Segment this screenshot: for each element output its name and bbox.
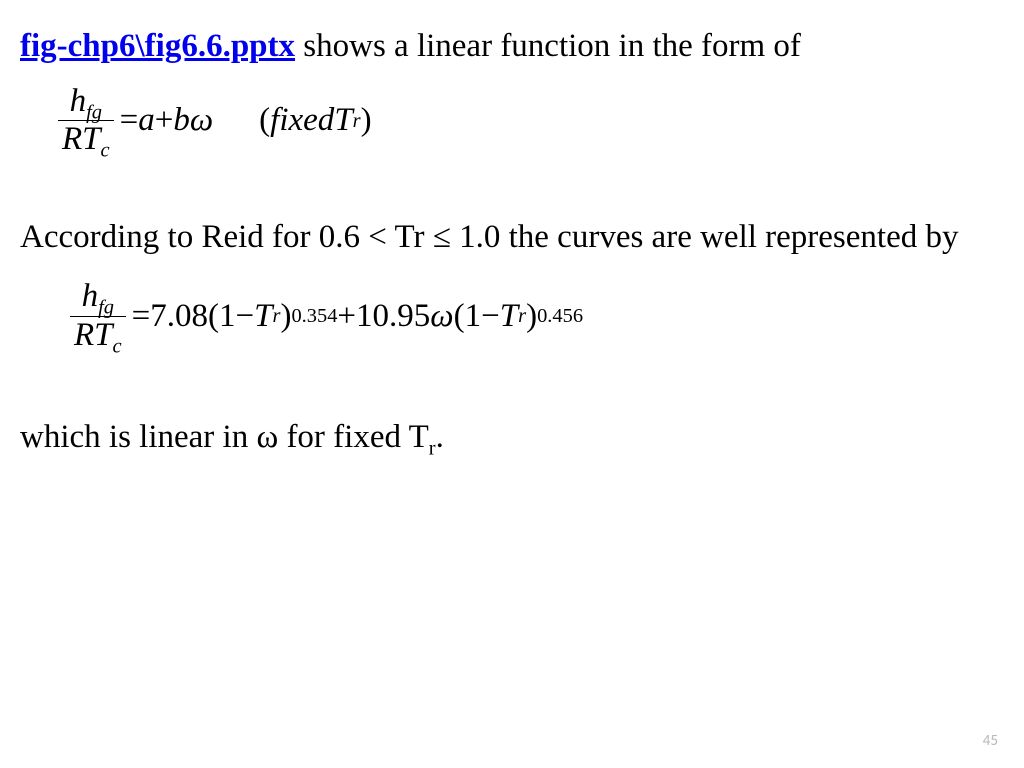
- eq2-Tc: T: [94, 317, 112, 353]
- eq1-Tc-sub: c: [101, 140, 110, 162]
- eq2-open2: (1: [454, 300, 482, 333]
- eq1-paren-open: (: [259, 104, 270, 137]
- concl-sub: r: [429, 437, 436, 459]
- conclusion-paragraph: which is linear in ω for fixed Tr.: [20, 415, 1004, 460]
- eq1-Tc: T: [82, 121, 100, 157]
- equation-1: hfg RTc = a + b ω ( fixed Tr ): [20, 83, 1004, 160]
- eq2-Tc-sub: c: [113, 336, 122, 358]
- equation-2: hfg RTc = 7.08(1 − Tr )0.354 + 10.95 ω (…: [20, 278, 1004, 355]
- eq2-T2: T: [500, 300, 518, 333]
- eq2-c1: 7.08(1: [150, 300, 235, 333]
- eq2-omega: ω: [430, 300, 453, 333]
- eq2-h: h: [82, 278, 99, 314]
- figure-link[interactable]: fig-chp6\fig6.6.pptx: [20, 28, 295, 64]
- concl-before: which is linear in: [20, 419, 256, 455]
- eq2-minus2: −: [481, 300, 500, 333]
- eq2-R: R: [74, 317, 94, 353]
- eq2-plus: +: [337, 300, 356, 333]
- eq2-numerator: hfg: [78, 278, 118, 316]
- eq1-h: h: [70, 83, 87, 119]
- eq1-equals: =: [120, 104, 139, 137]
- eq1-fixed: fixed: [270, 104, 334, 137]
- reid-paragraph: According to Reid for 0.6 < Tr ≤ 1.0 the…: [20, 215, 1004, 260]
- eq1-a: a: [138, 104, 155, 137]
- concl-omega: ω: [256, 419, 278, 455]
- eq2-c2: 10.95: [356, 300, 430, 333]
- eq1-numerator: hfg: [66, 83, 106, 121]
- eq1-R: R: [62, 121, 82, 157]
- eq2-equals: =: [132, 300, 151, 333]
- eq2-T1: T: [254, 300, 272, 333]
- eq1-plus: +: [155, 104, 174, 137]
- concl-period: .: [436, 419, 444, 455]
- eq2-denominator: RTc: [70, 317, 126, 355]
- intro-paragraph: fig-chp6\fig6.6.pptx shows a linear func…: [20, 24, 1004, 69]
- eq1-b: b: [173, 104, 190, 137]
- page-number: 45: [983, 732, 998, 750]
- eq2-close1: ): [280, 300, 291, 333]
- slide-body: fig-chp6\fig6.6.pptx shows a linear func…: [0, 0, 1024, 768]
- eq1-fraction: hfg RTc: [58, 83, 114, 160]
- eq2-fraction: hfg RTc: [70, 278, 126, 355]
- intro-text: shows a linear function in the form of: [295, 28, 801, 64]
- eq2-close2: ): [526, 300, 537, 333]
- eq1-paren-close: ): [361, 104, 372, 137]
- eq1-denominator: RTc: [58, 121, 114, 159]
- eq1-Tr: T: [334, 104, 352, 137]
- concl-mid: for fixed T: [278, 419, 429, 455]
- eq1-omega: ω: [190, 104, 213, 137]
- eq2-minus1: −: [235, 300, 254, 333]
